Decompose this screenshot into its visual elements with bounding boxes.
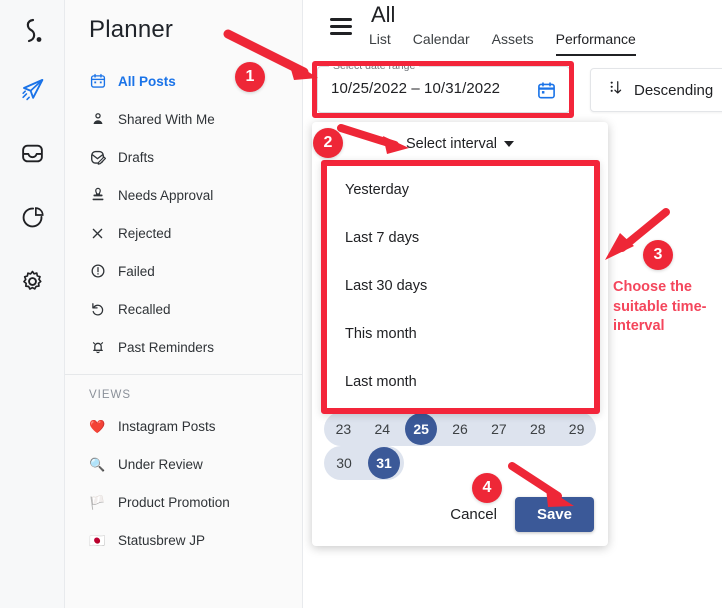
sidebar-item-label: Rejected: [118, 225, 172, 241]
undo-arrow-icon: [89, 301, 106, 318]
calendar-day[interactable]: 27: [479, 412, 519, 446]
sidebar-views-list: ❤️ Instagram Posts 🔍 Under Review 🏳️ Pro…: [65, 407, 302, 559]
app-root: Planner All Posts Shared With Me Drafts …: [0, 0, 722, 608]
annotation-badge-4: 4: [472, 473, 502, 503]
sidebar-item-past-reminders[interactable]: Past Reminders: [65, 328, 302, 366]
gear-icon: [20, 269, 45, 299]
rail-item-reports[interactable]: [12, 200, 52, 240]
sidebar-item-label: Failed: [118, 263, 155, 279]
sidebar-section-views: VIEWS: [89, 389, 132, 401]
sidebar-item-failed[interactable]: Failed: [65, 252, 302, 290]
calendar-day-selected-end[interactable]: 31: [364, 446, 404, 480]
draft-pencil-icon: [89, 149, 106, 166]
sidebar-view-instagram-posts[interactable]: ❤️ Instagram Posts: [65, 407, 302, 445]
interval-options-dropdown: Yesterday Last 7 days Last 30 days This …: [321, 160, 600, 414]
calendar-week-row: 23 24 25 26 27 28 29: [324, 412, 597, 446]
page-title: Planner: [89, 16, 174, 43]
sidebar-item-label: All Posts: [118, 73, 176, 89]
sidebar-item-all-posts[interactable]: All Posts: [65, 62, 302, 100]
tab-bar: List Calendar Assets Performance: [369, 31, 636, 56]
interval-option-yesterday[interactable]: Yesterday: [327, 166, 594, 214]
sidebar-view-label: Statusbrew JP: [118, 532, 206, 548]
picker-actions: Cancel Save: [450, 497, 594, 532]
sidebar-item-rejected[interactable]: Rejected: [65, 214, 302, 252]
sidebar: Planner All Posts Shared With Me Drafts …: [65, 0, 303, 608]
magnifier-icon: 🔍: [89, 456, 106, 472]
sidebar-item-label: Shared With Me: [118, 111, 215, 127]
sidebar-item-shared-with-me[interactable]: Shared With Me: [65, 100, 302, 138]
calendar-grid: 23 24 25 26 27 28 29 30 31: [324, 412, 597, 480]
annotation-note-3: Choose the suitable time-interval: [613, 279, 707, 335]
tab-assets[interactable]: Assets: [492, 31, 534, 56]
annotation-badge-1: 1: [235, 62, 265, 92]
sidebar-view-label: Under Review: [118, 456, 203, 472]
close-x-icon: [89, 225, 106, 242]
sidebar-view-product-promotion[interactable]: 🏳️ Product Promotion: [65, 483, 302, 521]
hamburger-icon[interactable]: [330, 18, 352, 39]
select-interval-label: Select interval: [405, 136, 498, 152]
calendar-day[interactable]: 24: [362, 412, 402, 446]
annotation-badge-3: 3: [643, 240, 673, 270]
cancel-button[interactable]: Cancel: [450, 506, 497, 523]
select-interval-trigger[interactable]: Select interval: [312, 130, 608, 158]
calendar-day-selected-start[interactable]: 25: [401, 412, 441, 446]
calendar-day[interactable]: 28: [518, 412, 558, 446]
sidebar-item-recalled[interactable]: Recalled: [65, 290, 302, 328]
sidebar-view-label: Product Promotion: [118, 494, 230, 510]
rail-item-publish[interactable]: [12, 72, 52, 112]
sort-descending-icon: [609, 80, 624, 100]
japan-flag-icon: 🇯🇵: [89, 532, 106, 548]
sidebar-view-statusbrew-jp[interactable]: 🇯🇵 Statusbrew JP: [65, 521, 302, 559]
icon-rail: [0, 0, 65, 608]
interval-option-this-month[interactable]: This month: [327, 310, 594, 358]
annotation-badge-2: 2: [313, 128, 343, 158]
calendar-week-row: 30 31: [324, 446, 596, 480]
flag-icon: 🏳️: [89, 494, 106, 510]
bell-icon: [89, 339, 106, 356]
inbox-icon: [20, 141, 45, 171]
rail-item-settings[interactable]: [12, 264, 52, 304]
heart-icon: ❤️: [89, 418, 106, 434]
tab-performance[interactable]: Performance: [555, 31, 636, 56]
statusbrew-logo[interactable]: [15, 14, 49, 48]
interval-option-last-30-days[interactable]: Last 30 days: [327, 262, 594, 310]
content-title: All: [371, 2, 396, 27]
sidebar-item-drafts[interactable]: Drafts: [65, 138, 302, 176]
sidebar-item-label: Past Reminders: [118, 339, 215, 355]
publish-icon: [20, 77, 45, 107]
calendar-icon: [89, 73, 106, 90]
tab-list[interactable]: List: [369, 31, 391, 56]
rail-item-inbox[interactable]: [12, 136, 52, 176]
stamp-icon: [89, 187, 106, 204]
sidebar-nav: All Posts Shared With Me Drafts Needs Ap…: [65, 62, 302, 366]
save-button[interactable]: Save: [514, 497, 594, 532]
calendar-day[interactable]: 29: [557, 412, 597, 446]
alert-circle-icon: [89, 263, 106, 280]
tab-calendar[interactable]: Calendar: [413, 31, 470, 56]
sort-order-label: Descending: [634, 81, 714, 99]
highlight-box-date-range: [312, 61, 574, 118]
calendar-day[interactable]: 26: [440, 412, 480, 446]
interval-option-last-7-days[interactable]: Last 7 days: [327, 214, 594, 262]
sidebar-view-under-review[interactable]: 🔍 Under Review: [65, 445, 302, 483]
reports-icon: [20, 205, 45, 235]
person-icon: [89, 111, 106, 128]
sidebar-view-label: Instagram Posts: [118, 418, 216, 434]
sidebar-item-needs-approval[interactable]: Needs Approval: [65, 176, 302, 214]
sidebar-item-label: Drafts: [118, 149, 155, 165]
calendar-day[interactable]: 30: [324, 446, 364, 480]
sidebar-item-label: Needs Approval: [118, 187, 214, 203]
interval-option-last-month[interactable]: Last month: [327, 358, 594, 406]
sidebar-item-label: Recalled: [118, 301, 171, 317]
chevron-down-icon: [504, 141, 515, 147]
sort-order-button[interactable]: Descending: [590, 68, 722, 112]
calendar-day[interactable]: 23: [324, 412, 363, 446]
